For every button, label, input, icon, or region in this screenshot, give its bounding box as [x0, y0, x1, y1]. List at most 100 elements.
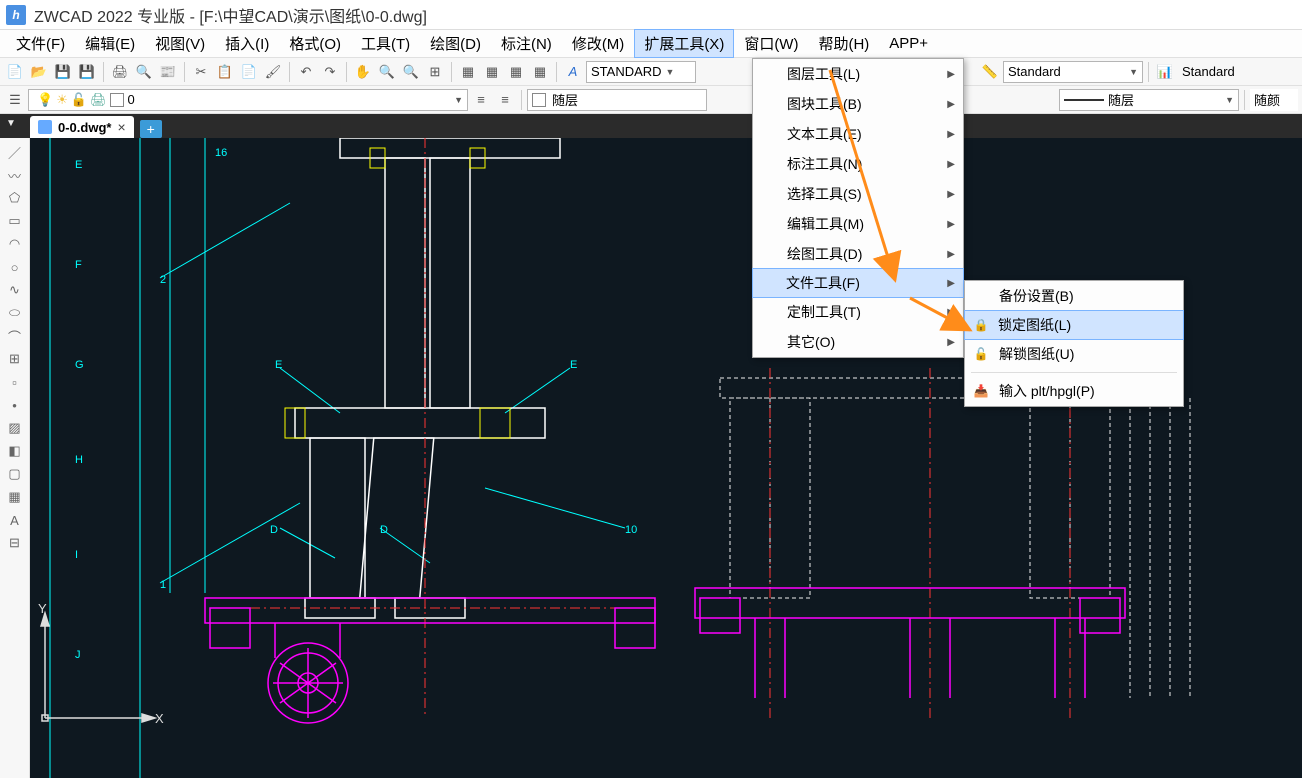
menu-window[interactable]: 窗口(W)	[734, 29, 808, 58]
menu-draw-tools[interactable]: 绘图工具(D)▶	[753, 239, 963, 269]
menu-ext[interactable]: 扩展工具(X)	[634, 29, 734, 58]
drawing-canvas[interactable]: E F G H I J E E D D 1 2 10 16	[30, 138, 1302, 778]
menu-dim[interactable]: 标注(N)	[491, 29, 562, 58]
separator	[1148, 62, 1149, 82]
menu-select-tools[interactable]: 选择工具(S)▶	[753, 179, 963, 209]
spline-icon[interactable]: ∿	[4, 280, 26, 300]
menu-edit-tools[interactable]: 编辑工具(M)▶	[753, 209, 963, 239]
new-icon[interactable]: 📄	[4, 61, 26, 83]
lineweight-value: 随颜	[1254, 90, 1280, 109]
svg-text:16: 16	[215, 147, 227, 159]
menu-block-tools[interactable]: 图块工具(B)▶	[753, 89, 963, 119]
layer-state-icons: 💡 ☀ 🔓 🖨	[33, 92, 128, 108]
lineweight-combo[interactable]: 随颜	[1250, 89, 1298, 111]
table-icon[interactable]: ▦	[4, 487, 26, 507]
dim-style-icon[interactable]: 📏	[979, 61, 1001, 83]
copy-icon[interactable]: 📋	[214, 61, 236, 83]
rect-icon[interactable]: ▭	[4, 211, 26, 231]
menu-lock-drawing[interactable]: 🔒锁定图纸(L)	[964, 310, 1184, 340]
hatch-icon[interactable]: ▨	[4, 418, 26, 438]
point-icon[interactable]: •	[4, 395, 26, 415]
cut-icon[interactable]: ✂	[190, 61, 212, 83]
props-icon[interactable]: ▦	[457, 61, 479, 83]
layer-state-icon[interactable]: ≡	[494, 89, 516, 111]
menu-draw[interactable]: 绘图(D)	[420, 29, 491, 58]
polygon-icon[interactable]: ⬠	[4, 188, 26, 208]
menu-backup-settings[interactable]: 备份设置(B)	[965, 281, 1183, 311]
menu-custom-tools[interactable]: 定制工具(T)▶	[753, 297, 963, 327]
pline-icon[interactable]: 〰	[4, 165, 26, 185]
svg-text:E: E	[570, 359, 577, 371]
menu-unlock-drawing[interactable]: 🔓解锁图纸(U)	[965, 339, 1183, 369]
new-tab-button[interactable]: +	[140, 120, 162, 138]
layer-prev-icon[interactable]: ≡	[470, 89, 492, 111]
insert-icon[interactable]: ⊞	[4, 349, 26, 369]
menu-import-plt[interactable]: 📥输入 plt/hpgl(P)	[965, 376, 1183, 406]
cad-drawing: E F G H I J E E D D 1 2 10 16	[30, 138, 1302, 778]
linetype-combo[interactable]: 随层 ▼	[1059, 89, 1239, 111]
menu-tool[interactable]: 工具(T)	[351, 29, 420, 58]
menu-app[interactable]: APP+	[879, 31, 938, 56]
circle-icon[interactable]: ○	[4, 257, 26, 277]
layer-name: 0	[128, 92, 135, 107]
save-icon[interactable]: 💾	[52, 61, 74, 83]
mtext-icon[interactable]: A	[4, 510, 26, 530]
print-icon[interactable]: 🖨	[109, 61, 131, 83]
text-style-combo[interactable]: STANDARD▼	[586, 61, 696, 83]
gradient-icon[interactable]: ◧	[4, 441, 26, 461]
table-style-combo[interactable]: Standard	[1178, 61, 1298, 83]
tool-icon[interactable]: ▦	[505, 61, 527, 83]
menu-view[interactable]: 视图(V)	[145, 29, 215, 58]
saveas-icon[interactable]: 💾	[76, 61, 98, 83]
publish-icon[interactable]: 📰	[157, 61, 179, 83]
open-icon[interactable]: 📂	[28, 61, 50, 83]
menu-format[interactable]: 格式(O)	[279, 29, 351, 58]
zoom-icon[interactable]: 🔍	[376, 61, 398, 83]
layer-manager-icon[interactable]: ☰	[4, 89, 26, 111]
document-tab[interactable]: 0-0.dwg* ×	[30, 116, 134, 138]
linetype-icon	[1064, 99, 1104, 101]
separator	[556, 62, 557, 82]
svg-text:F: F	[75, 259, 82, 271]
menu-text-tools[interactable]: 文本工具(E)▶	[753, 119, 963, 149]
preview-icon[interactable]: 🔍	[133, 61, 155, 83]
sun-icon: ☀	[56, 92, 68, 108]
menu-edit[interactable]: 编辑(E)	[75, 29, 145, 58]
toolbar-layers: ☰ 💡 ☀ 🔓 🖨 0 ▼ ≡ ≡ 随层 随层 ▼ 随颜	[0, 86, 1302, 114]
menu-other[interactable]: 其它(O)▶	[753, 327, 963, 357]
calc-icon[interactable]: ▦	[529, 61, 551, 83]
zoomwin-icon[interactable]: ⊞	[424, 61, 446, 83]
zoomprev-icon[interactable]: 🔍	[400, 61, 422, 83]
color-combo[interactable]: 随层	[527, 89, 707, 111]
pan-icon[interactable]: ✋	[352, 61, 374, 83]
menu-help[interactable]: 帮助(H)	[808, 29, 879, 58]
line-icon[interactable]: ／	[4, 142, 26, 162]
svg-text:D: D	[380, 524, 388, 536]
menu-insert[interactable]: 插入(I)	[215, 29, 279, 58]
table-style-icon[interactable]: 📊	[1154, 61, 1176, 83]
ellipse-arc-icon[interactable]: ⌒	[4, 326, 26, 346]
menu-modify[interactable]: 修改(M)	[562, 29, 635, 58]
design-icon[interactable]: ▦	[481, 61, 503, 83]
region-icon[interactable]: ▢	[4, 464, 26, 484]
text-style-icon[interactable]: A	[562, 61, 584, 83]
redo-icon[interactable]: ↷	[319, 61, 341, 83]
dim-style-combo[interactable]: Standard▼	[1003, 61, 1143, 83]
menu-file-tools[interactable]: 文件工具(F)▶	[752, 268, 964, 298]
layer-combo[interactable]: 💡 ☀ 🔓 🖨 0 ▼	[28, 89, 468, 111]
match-icon[interactable]: 🖌	[262, 61, 284, 83]
paste-icon[interactable]: 📄	[238, 61, 260, 83]
undo-icon[interactable]: ↶	[295, 61, 317, 83]
arc-icon[interactable]: ◠	[4, 234, 26, 254]
dwg-file-icon	[38, 120, 52, 134]
svg-text:H: H	[75, 454, 83, 466]
menu-file[interactable]: 文件(F)	[6, 29, 75, 58]
menu-layer-tools[interactable]: 图层工具(L)▶	[753, 59, 963, 89]
ellipse-icon[interactable]: ⬭	[4, 303, 26, 323]
block-icon[interactable]: ▫	[4, 372, 26, 392]
color-value: 随层	[552, 90, 578, 109]
tab-list-icon[interactable]: ▼	[6, 118, 16, 129]
menu-dim-tools[interactable]: 标注工具(N)▶	[753, 149, 963, 179]
close-icon[interactable]: ×	[117, 119, 125, 135]
grid-icon[interactable]: ⊟	[4, 533, 26, 553]
